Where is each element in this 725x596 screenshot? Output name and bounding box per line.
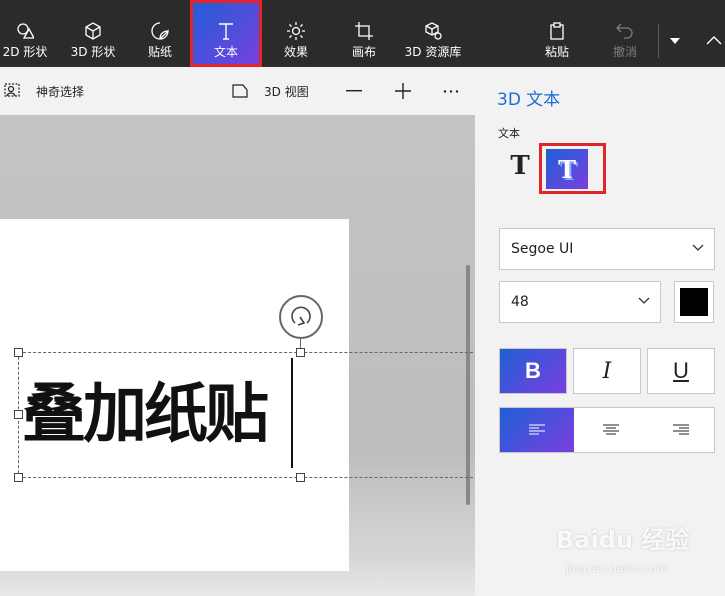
font-family-select[interactable]: Segoe UI (499, 228, 715, 270)
history-dropdown-icon[interactable] (670, 38, 680, 44)
text-color-swatch (680, 288, 708, 316)
zoom-out-icon[interactable] (346, 90, 362, 92)
tool-3d-shapes-label: 3D 形状 (70, 45, 116, 59)
clipboard-icon (550, 22, 564, 40)
watermark-url: jingyan.baidu.com (566, 562, 668, 575)
undo-icon (616, 23, 633, 39)
chevron-down-icon (692, 244, 704, 251)
canvas-crop-icon (355, 22, 373, 40)
bold-button[interactable]: B (499, 348, 567, 394)
magic-select-button[interactable]: 神奇选择 (4, 67, 84, 115)
tool-3d-library[interactable]: 3D 资源库 (402, 0, 464, 67)
italic-button[interactable]: I (573, 348, 641, 394)
tool-canvas[interactable]: 画布 (349, 0, 379, 67)
font-size-select[interactable]: 48 (499, 281, 661, 323)
align-right-icon (673, 424, 689, 435)
align-center-icon (603, 424, 619, 435)
tool-effects-label: 效果 (283, 45, 308, 59)
canvas-text-content[interactable]: 叠加纸贴 (22, 377, 269, 453)
undo-button[interactable]: 撤消 (610, 0, 640, 67)
shapes-2d-icon (17, 23, 34, 39)
panel-title: 3D 文本 (497, 90, 561, 110)
watermark-brand: Baidu 经验 (556, 526, 690, 554)
tool-canvas-label: 画布 (351, 45, 376, 59)
text-3d-highlight: T (539, 143, 606, 194)
tool-text[interactable]: 文本 (190, 0, 262, 67)
canvas-subtoolbar: 神奇选择 3D 视图 (0, 67, 475, 115)
font-family-value: Segoe UI (511, 241, 574, 257)
tool-3d-library-label: 3D 资源库 (404, 45, 462, 59)
text-2d-icon: T (510, 151, 530, 181)
text-3d-icon: T (558, 154, 576, 184)
paste-button[interactable]: 粘贴 (542, 0, 572, 67)
view-3d-button[interactable]: 3D 视图 (232, 67, 309, 115)
tool-3d-shapes[interactable]: 3D 形状 (70, 0, 116, 67)
align-center-button[interactable] (574, 408, 648, 452)
chevron-down-icon (638, 297, 650, 304)
tool-stickers[interactable]: 贴纸 (143, 0, 177, 67)
text-section-label: 文本 (498, 127, 520, 140)
rotate-icon (291, 306, 311, 326)
text-3d-button[interactable]: T (546, 149, 588, 189)
resize-handle-top-middle[interactable] (296, 348, 305, 357)
view-3d-icon (232, 84, 248, 98)
undo-label: 撤消 (612, 45, 637, 59)
underline-button[interactable]: U (647, 348, 715, 394)
align-left-button[interactable] (500, 408, 574, 452)
canvas-workspace[interactable]: 叠加纸贴 (0, 115, 475, 596)
zoom-in-icon[interactable] (395, 83, 411, 99)
baidu-watermark: Baidu 经验 jingyan.baidu.com (556, 518, 725, 580)
3d-library-icon (425, 22, 442, 40)
rotate-handle[interactable] (279, 295, 323, 339)
tool-effects[interactable]: 效果 (281, 0, 311, 67)
more-options-icon[interactable] (443, 90, 459, 93)
font-size-value: 48 (511, 294, 529, 310)
text-color-picker[interactable] (674, 281, 714, 323)
view-3d-label: 3D 视图 (264, 84, 309, 99)
tool-2d-shapes-label: 2D 形状 (2, 45, 48, 59)
text-cursor (291, 358, 293, 468)
paste-label: 粘贴 (544, 45, 569, 59)
magic-select-icon (4, 83, 20, 97)
tool-2d-shapes[interactable]: 2D 形状 (2, 0, 48, 67)
resize-handle-bottom-middle[interactable] (296, 473, 305, 482)
cube-icon (85, 22, 101, 40)
sun-icon (287, 22, 305, 40)
resize-handle-top-left[interactable] (14, 348, 23, 357)
tool-text-label: 文本 (213, 45, 238, 59)
resize-handle-bottom-left[interactable] (14, 473, 23, 482)
align-left-icon (529, 424, 545, 435)
top-toolbar: 2D 形状 3D 形状 贴纸 文本 效果 画布 3D 资源库 粘贴 撤消 (0, 0, 725, 67)
properties-panel: 3D 文本 文本 T T Segoe UI 48 B I U (475, 67, 725, 596)
collapse-toolbar-icon[interactable] (706, 35, 722, 45)
tool-stickers-label: 贴纸 (147, 45, 172, 59)
magic-select-label: 神奇选择 (36, 84, 85, 99)
toolbar-divider (658, 24, 659, 58)
text-icon (219, 23, 233, 40)
align-right-button[interactable] (648, 408, 714, 452)
sticker-icon (151, 22, 169, 40)
text-2d-button[interactable]: T (505, 151, 535, 181)
alignment-group (499, 407, 715, 453)
